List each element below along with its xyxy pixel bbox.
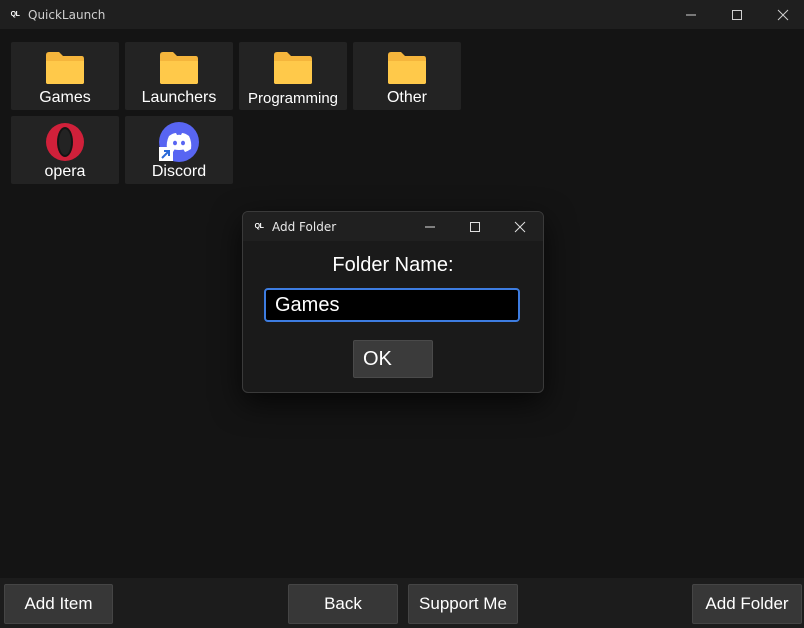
discord-icon: [158, 122, 200, 162]
maximize-icon: [470, 221, 480, 232]
minimize-icon: [425, 226, 435, 227]
dialog-close-button[interactable]: [497, 212, 543, 241]
maximize-icon: [732, 9, 742, 20]
add-folder-dialog: QL Add Folder Folder Name: OK: [242, 211, 544, 393]
tile-label: Discord: [151, 163, 207, 180]
tile-label: Programming: [247, 90, 339, 107]
folder-icon: [44, 50, 86, 86]
folder-name-input[interactable]: [264, 288, 520, 322]
close-icon: [777, 9, 789, 20]
app-logo: QL: [10, 11, 20, 18]
dialog-logo: QL: [254, 223, 264, 230]
add-item-button[interactable]: Add Item: [4, 584, 113, 624]
maximize-button[interactable]: [714, 0, 760, 29]
opera-icon: [44, 123, 86, 161]
tile-opera[interactable]: opera: [11, 116, 119, 184]
folder-icon: [158, 50, 200, 86]
support-me-button[interactable]: Support Me: [408, 584, 518, 624]
tile-discord[interactable]: Discord: [125, 116, 233, 184]
tile-programming[interactable]: Programming: [239, 42, 347, 110]
back-button[interactable]: Back: [288, 584, 398, 624]
dialog-maximize-button[interactable]: [452, 212, 498, 241]
title-bar: QL QuickLaunch: [0, 0, 804, 29]
add-folder-button[interactable]: Add Folder: [692, 584, 802, 624]
dialog-title: Add Folder: [272, 219, 337, 234]
close-button[interactable]: [760, 0, 804, 29]
bottom-bar: [0, 578, 804, 628]
dialog-minimize-button[interactable]: [407, 212, 453, 241]
minimize-icon: [686, 14, 696, 15]
ok-button[interactable]: OK: [353, 340, 433, 378]
tile-launchers[interactable]: Launchers: [125, 42, 233, 110]
folder-name-prompt: Folder Name:: [332, 254, 454, 276]
folder-icon: [272, 50, 314, 86]
tile-label: Games: [39, 89, 91, 106]
tile-games[interactable]: Games: [11, 42, 119, 110]
tile-label: Launchers: [141, 89, 217, 106]
window-title: QuickLaunch: [28, 7, 106, 22]
dialog-title-bar: QL Add Folder: [243, 212, 543, 241]
tile-label: opera: [44, 163, 86, 180]
close-icon: [514, 221, 526, 232]
folder-icon: [386, 50, 428, 86]
tile-other[interactable]: Other: [353, 42, 461, 110]
minimize-button[interactable]: [668, 0, 714, 29]
tile-label: Other: [386, 89, 427, 106]
